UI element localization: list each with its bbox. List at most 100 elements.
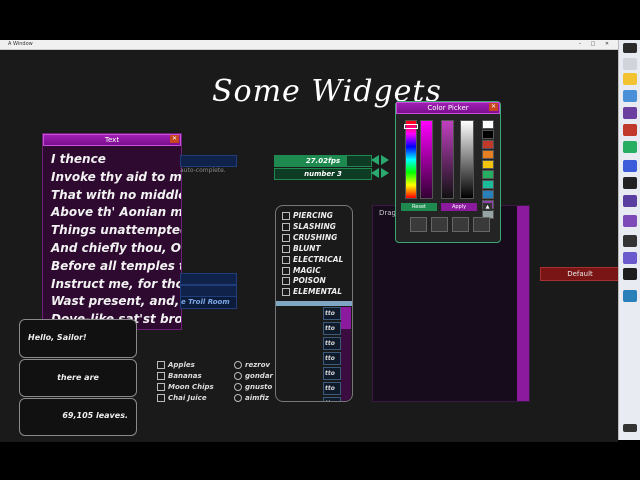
list-button[interactable]: tto	[323, 397, 341, 401]
list-button[interactable]: tto	[323, 367, 341, 380]
checkbox[interactable]	[282, 266, 290, 275]
app-icon-8[interactable]	[623, 252, 637, 264]
checkbox[interactable]	[157, 394, 165, 402]
spell-radio-item[interactable]: gondar	[234, 371, 273, 382]
app-icon-2[interactable]	[623, 124, 637, 136]
drag-area-scrollbar[interactable]	[517, 206, 529, 401]
checkbox[interactable]	[157, 383, 165, 391]
notification-icon[interactable]	[623, 424, 637, 432]
fruit-checkbox-item[interactable]: Bananas	[157, 371, 214, 382]
list-splitter[interactable]	[276, 301, 352, 306]
color-swatch[interactable]	[482, 120, 494, 129]
app-icon-3[interactable]	[623, 141, 637, 153]
start-icon[interactable]	[623, 43, 637, 53]
damage-type-item[interactable]: BLUNT	[282, 244, 352, 255]
color-swatch[interactable]	[482, 180, 494, 189]
blue-field-1[interactable]	[180, 273, 237, 285]
checkbox[interactable]	[282, 277, 290, 286]
checkbox[interactable]	[282, 244, 290, 253]
maximize-button[interactable]: □	[588, 40, 598, 49]
damage-type-item[interactable]: POISON	[282, 276, 352, 287]
spell-radio-item[interactable]: gnusto	[234, 382, 273, 393]
damage-type-item[interactable]: MAGIC	[282, 266, 352, 277]
damage-type-item[interactable]: CRUSHING	[282, 233, 352, 244]
radio-button[interactable]	[234, 394, 242, 402]
radio-button[interactable]	[234, 361, 242, 369]
fps-right-arrow-icon[interactable]	[381, 155, 389, 165]
checkbox[interactable]	[282, 233, 290, 242]
app-icon-1[interactable]	[623, 107, 637, 119]
value-bar[interactable]	[441, 120, 454, 199]
reset-button[interactable]: Reset	[401, 203, 437, 211]
collapse-icon[interactable]: ▲	[483, 203, 492, 211]
damage-type-item[interactable]: ELECTRICAL	[282, 255, 352, 266]
close-icon[interactable]: ✕	[489, 103, 498, 111]
fruit-checkbox-item[interactable]: Apples	[157, 360, 214, 371]
list-scrollbar-thumb[interactable]	[341, 307, 351, 329]
number-stepper[interactable]: number 3	[274, 168, 372, 180]
search-icon[interactable]	[623, 58, 637, 70]
apply-button[interactable]: Apply	[441, 203, 477, 211]
checkbox[interactable]	[157, 372, 165, 380]
color-picker-titlebar[interactable]: Color Picker ✕	[396, 102, 500, 114]
close-icon[interactable]: ✕	[170, 135, 179, 143]
color-swatch[interactable]	[482, 140, 494, 149]
color-swatch[interactable]	[482, 150, 494, 159]
app-icon-10[interactable]	[623, 290, 637, 302]
close-button[interactable]: ✕	[602, 40, 612, 49]
color-swatch[interactable]	[482, 170, 494, 179]
list-button[interactable]: tto	[323, 352, 341, 365]
text-input-field[interactable]	[180, 155, 237, 167]
chrome-icon[interactable]	[623, 90, 637, 102]
app-icon-9[interactable]	[623, 268, 637, 280]
image-icon[interactable]	[431, 217, 448, 232]
sliders-icon[interactable]	[452, 217, 469, 232]
text-content[interactable]: I thence Invoke thy aid to my That with no…	[43, 146, 181, 334]
checkbox[interactable]	[282, 222, 290, 231]
fruit-checkbox-item[interactable]: Moon Chips	[157, 382, 214, 393]
grid-icon[interactable]	[473, 217, 490, 232]
palette-icon[interactable]	[410, 217, 427, 232]
color-swatch[interactable]	[482, 130, 494, 139]
alpha-bar[interactable]	[460, 120, 474, 199]
saturation-bar[interactable]	[420, 120, 433, 199]
list-button[interactable]: tto	[323, 337, 341, 350]
window-titlebar[interactable]: A Window – □ ✕	[0, 40, 618, 50]
text-panel-titlebar[interactable]: Text ✕	[43, 134, 181, 146]
checkbox[interactable]	[282, 255, 290, 264]
color-swatch[interactable]	[482, 190, 494, 199]
style-dropdown[interactable]: Default	[540, 267, 620, 281]
radio-button[interactable]	[234, 372, 242, 380]
damage-type-item[interactable]: SLASHING	[282, 222, 352, 233]
folder-icon[interactable]	[623, 73, 637, 85]
list-scrollbar[interactable]	[341, 307, 351, 401]
terminal-icon[interactable]	[623, 235, 637, 247]
button-list: tto tto tto tto tto tto tto	[323, 307, 341, 401]
number-increment-icon[interactable]	[381, 168, 389, 178]
spell-radio-item[interactable]: rezrov	[234, 360, 273, 371]
checkbox[interactable]	[282, 288, 290, 297]
list-button[interactable]: tto	[323, 382, 341, 395]
spell-radio-item[interactable]: aimfiz	[234, 393, 273, 404]
hue-bar[interactable]	[405, 120, 417, 199]
text-panel[interactable]: Text ✕ I thence Invoke thy aid to my That …	[42, 133, 182, 330]
checkbox[interactable]	[157, 361, 165, 369]
list-button[interactable]: tto	[323, 307, 341, 320]
color-picker-panel[interactable]: Color Picker ✕ Reset Apply ▲	[395, 101, 501, 243]
hue-handle[interactable]	[404, 124, 418, 129]
app-icon-6[interactable]	[623, 195, 637, 207]
fruit-checkbox-item[interactable]: Chai Juice	[157, 393, 214, 404]
app-icon-5[interactable]	[623, 177, 637, 189]
fps-left-arrow-icon[interactable]	[371, 155, 379, 165]
color-swatch[interactable]	[482, 160, 494, 169]
damage-type-item[interactable]: PIERCING	[282, 211, 352, 222]
app-icon-4[interactable]	[623, 160, 637, 172]
number-decrement-icon[interactable]	[371, 168, 379, 178]
app-icon-7[interactable]	[623, 215, 637, 227]
damage-type-label: PIERCING	[293, 211, 333, 220]
checkbox[interactable]	[282, 212, 290, 220]
radio-button[interactable]	[234, 383, 242, 391]
list-button[interactable]: tto	[323, 322, 341, 335]
minimize-button[interactable]: –	[575, 40, 585, 49]
damage-type-item[interactable]: ELEMENTAL	[282, 287, 352, 298]
